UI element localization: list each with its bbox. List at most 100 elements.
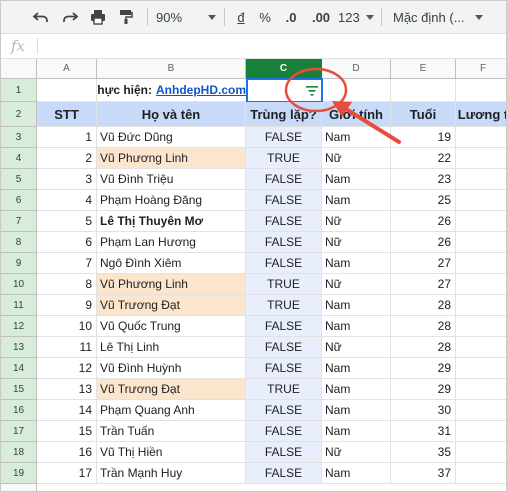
name-cell[interactable]: Lê Thị Thuyên Mơ [97,211,246,232]
row-header-18[interactable]: 18 [1,442,37,463]
redo-icon[interactable] [58,5,82,29]
formula-bar[interactable]: fx [1,34,506,59]
age-cell[interactable]: 31 [391,421,456,442]
name-cell[interactable]: Vũ Thị Hiền [97,442,246,463]
cell[interactable] [37,79,97,102]
row-header-partial[interactable] [1,484,37,491]
row-header-3[interactable]: 3 [1,127,37,148]
row-header-10[interactable]: 10 [1,274,37,295]
duplicate-cell[interactable]: TRUE [246,274,322,295]
gender-cell[interactable]: Nữ [322,148,391,169]
salary-cell[interactable] [456,232,506,253]
column-title[interactable]: Giới tính [322,102,391,127]
stt-cell[interactable]: 14 [37,400,97,421]
name-cell[interactable]: Phạm Hoàng Đăng [97,190,246,211]
row-header-6[interactable]: 6 [1,190,37,211]
row-header-1[interactable]: 1 [1,79,37,102]
duplicate-cell[interactable]: TRUE [246,379,322,400]
stt-cell[interactable]: 16 [37,442,97,463]
stt-cell[interactable]: 13 [37,379,97,400]
gender-cell[interactable]: Nữ [322,442,391,463]
column-title[interactable]: Tuổi [391,102,456,127]
age-cell[interactable]: 26 [391,211,456,232]
gender-cell[interactable]: Nam [322,358,391,379]
stt-cell[interactable]: 7 [37,253,97,274]
name-cell[interactable]: Vũ Trương Đạt [97,295,246,316]
gender-cell[interactable]: Nam [322,463,391,484]
salary-cell[interactable] [456,169,506,190]
duplicate-cell[interactable]: FALSE [246,400,322,421]
column-title[interactable]: Họ và tên [97,102,246,127]
column-header-a[interactable]: A [37,59,97,79]
row-header-4[interactable]: 4 [1,148,37,169]
age-cell[interactable]: 30 [391,400,456,421]
age-cell[interactable]: 19 [391,127,456,148]
gender-cell[interactable]: Nam [322,316,391,337]
gender-cell[interactable]: Nam [322,295,391,316]
row-header-8[interactable]: 8 [1,232,37,253]
row-header-11[interactable]: 11 [1,295,37,316]
age-cell[interactable]: 29 [391,358,456,379]
gender-cell[interactable]: Nam [322,253,391,274]
row-header-9[interactable]: 9 [1,253,37,274]
gender-cell[interactable]: Nam [322,190,391,211]
stt-cell[interactable]: 9 [37,295,97,316]
duplicate-cell[interactable]: TRUE [246,295,322,316]
row-header-17[interactable]: 17 [1,421,37,442]
name-cell[interactable]: Vũ Quốc Trung [97,316,246,337]
row-header-5[interactable]: 5 [1,169,37,190]
salary-cell[interactable] [456,295,506,316]
age-cell[interactable]: 28 [391,295,456,316]
credit-cell[interactable]: Thực hiện: AnhdepHD.com [97,79,246,102]
gender-cell[interactable]: Nam [322,169,391,190]
name-cell[interactable]: Vũ Đình Triệu [97,169,246,190]
salary-cell[interactable] [456,463,506,484]
cell[interactable] [391,79,456,102]
paint-format-icon[interactable] [114,5,138,29]
name-cell[interactable]: Lê Thị Linh [97,337,246,358]
age-cell[interactable]: 27 [391,274,456,295]
salary-cell[interactable] [456,400,506,421]
row-header-13[interactable]: 13 [1,337,37,358]
gender-cell[interactable]: Nam [322,400,391,421]
gender-cell[interactable]: Nữ [322,274,391,295]
stt-cell[interactable]: 10 [37,316,97,337]
duplicate-cell[interactable]: FALSE [246,127,322,148]
stt-cell[interactable]: 3 [37,169,97,190]
stt-cell[interactable]: 5 [37,211,97,232]
decrease-decimal-button[interactable]: .0 [280,5,302,29]
age-cell[interactable]: 37 [391,463,456,484]
salary-cell[interactable] [456,190,506,211]
cell[interactable] [322,79,391,102]
duplicate-cell[interactable]: FALSE [246,253,322,274]
salary-cell[interactable] [456,274,506,295]
duplicate-cell[interactable]: TRUE [246,148,322,169]
gender-cell[interactable]: Nam [322,379,391,400]
column-header-c[interactable]: C [246,59,322,79]
name-cell[interactable]: Vũ Đức Dũng [97,127,246,148]
duplicate-cell[interactable]: FALSE [246,211,322,232]
column-title[interactable]: STT [37,102,97,127]
age-cell[interactable]: 25 [391,190,456,211]
stt-cell[interactable]: 15 [37,421,97,442]
age-cell[interactable]: 29 [391,379,456,400]
age-cell[interactable]: 35 [391,442,456,463]
age-cell[interactable]: 28 [391,316,456,337]
gender-cell[interactable]: Nữ [322,232,391,253]
age-cell[interactable]: 26 [391,232,456,253]
salary-cell[interactable] [456,253,506,274]
select-all-corner[interactable] [1,59,37,79]
column-header-f[interactable]: F [456,59,506,79]
percent-format-button[interactable]: % [255,5,275,29]
column-header-e[interactable]: E [391,59,456,79]
row-header-2[interactable]: 2 [1,102,37,127]
salary-cell[interactable] [456,337,506,358]
more-formats-button[interactable]: 123 [338,5,374,29]
zoom-select[interactable]: 90% [156,5,216,29]
age-cell[interactable]: 27 [391,253,456,274]
name-cell[interactable]: Trần Mạnh Huy [97,463,246,484]
salary-cell[interactable] [456,127,506,148]
font-family-select[interactable]: Mặc định (... [393,5,483,29]
row-header-12[interactable]: 12 [1,316,37,337]
name-cell[interactable]: Vũ Phương Linh [97,148,246,169]
